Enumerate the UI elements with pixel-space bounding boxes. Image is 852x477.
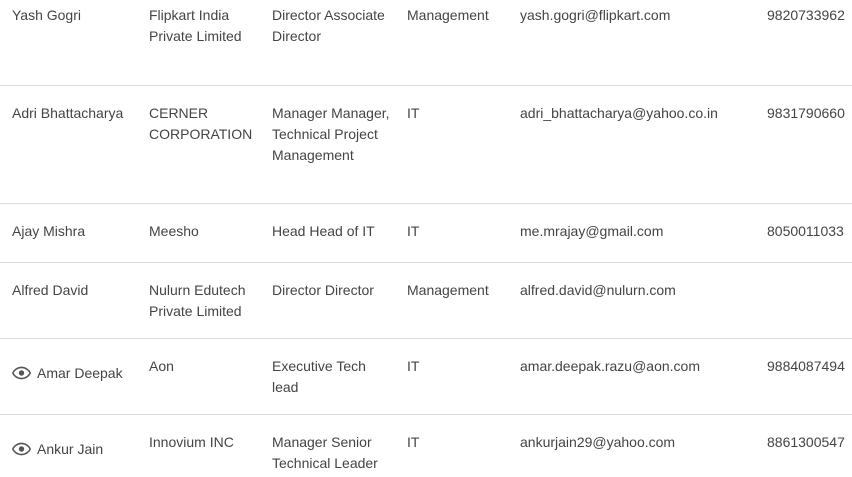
- contact-phone: 9820733962: [767, 7, 845, 23]
- contact-phone: 9831790660: [767, 105, 845, 121]
- contact-name[interactable]: Amar Deepak: [37, 365, 123, 381]
- contact-department: IT: [407, 434, 420, 450]
- contact-name[interactable]: Ankur Jain: [37, 441, 103, 457]
- contact-phone: 9884087494: [767, 358, 845, 374]
- table-row[interactable]: Alfred David Nulurn Edutech Private Limi…: [0, 263, 852, 339]
- contact-department: IT: [407, 105, 420, 121]
- contact-email[interactable]: ankurjain29@yahoo.com: [520, 432, 760, 453]
- eye-icon[interactable]: [12, 366, 31, 380]
- contact-title: Director Associate Director: [272, 7, 385, 44]
- contact-department: Management: [407, 7, 489, 23]
- contact-title: Executive Tech lead: [272, 358, 366, 395]
- contact-email[interactable]: yash.gogri@flipkart.com: [520, 5, 760, 26]
- contact-title: Head Head of IT: [272, 223, 375, 239]
- contact-title: Manager Manager, Technical Project Manag…: [272, 105, 390, 163]
- contact-company: Meesho: [149, 223, 199, 239]
- contact-company: Nulurn Edutech Private Limited: [149, 282, 246, 319]
- contact-email[interactable]: me.mrajay@gmail.com: [520, 221, 760, 242]
- contact-phone: 8861300547: [767, 434, 845, 450]
- contact-company: Innovium INC: [149, 434, 234, 450]
- table-row[interactable]: Ajay Mishra Meesho Head Head of IT IT me…: [0, 204, 852, 263]
- contact-name[interactable]: Alfred David: [12, 280, 142, 301]
- contact-company: Flipkart India Private Limited: [149, 7, 242, 44]
- contact-company: Aon: [149, 358, 174, 374]
- contact-name[interactable]: Yash Gogri: [12, 5, 142, 26]
- contact-title: Director Director: [272, 282, 374, 298]
- table-row[interactable]: Amar Deepak Aon Executive Tech lead IT a…: [0, 339, 852, 415]
- contact-email[interactable]: alfred.david@nulurn.com: [520, 280, 760, 301]
- contact-name-cell[interactable]: Ankur Jain: [12, 439, 142, 460]
- contact-name[interactable]: Adri Bhattacharya: [12, 103, 142, 124]
- contact-department: IT: [407, 223, 420, 239]
- table-row[interactable]: Yash Gogri Flipkart India Private Limite…: [0, 0, 852, 86]
- table-row[interactable]: Ankur Jain Innovium INC Manager Senior T…: [0, 415, 852, 477]
- contacts-table: Yash Gogri Flipkart India Private Limite…: [0, 0, 852, 477]
- contact-department: IT: [407, 358, 420, 374]
- contact-name[interactable]: Ajay Mishra: [12, 221, 142, 242]
- contact-company: CERNER CORPORATION: [149, 105, 253, 142]
- contact-email[interactable]: amar.deepak.razu@aon.com: [520, 356, 760, 377]
- contact-department: Management: [407, 282, 489, 298]
- contact-name-cell[interactable]: Amar Deepak: [12, 363, 142, 384]
- contact-phone: 8050011033: [767, 223, 844, 239]
- contact-email[interactable]: adri_bhattacharya@yahoo.co.in: [520, 103, 760, 124]
- contact-title: Manager Senior Technical Leader: [272, 434, 378, 471]
- table-row[interactable]: Adri Bhattacharya CERNER CORPORATION Man…: [0, 86, 852, 204]
- eye-icon[interactable]: [12, 442, 31, 456]
